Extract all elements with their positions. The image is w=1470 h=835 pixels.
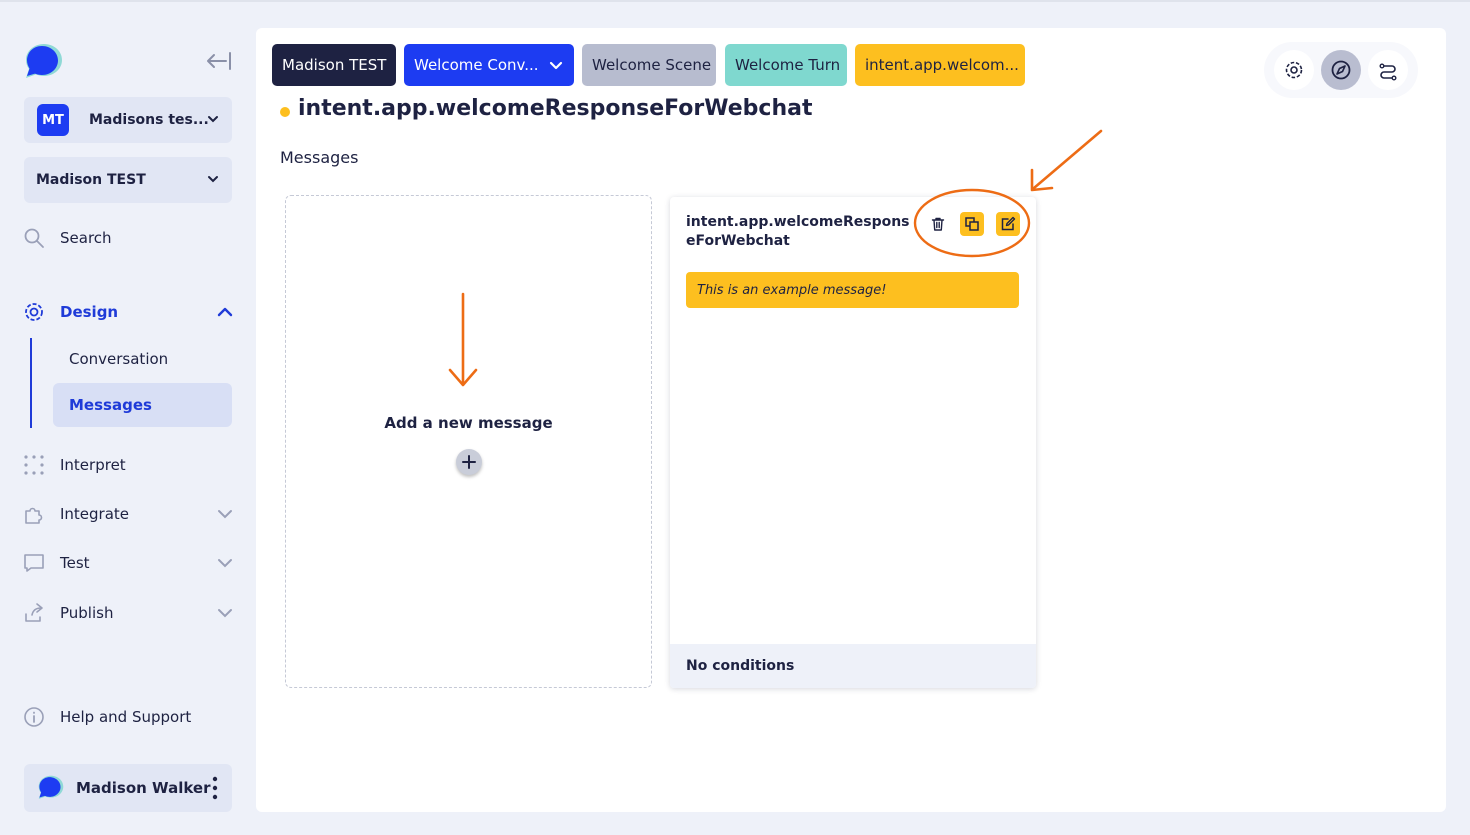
breadcrumb-label: Welcome Conv... — [414, 56, 539, 74]
trash-icon — [931, 217, 945, 231]
sidebar-item-interpret[interactable]: Interpret — [22, 445, 234, 485]
chevron-down-icon — [549, 61, 563, 70]
sidebar-item-test[interactable]: Test — [22, 543, 234, 583]
breadcrumb-scene[interactable]: Welcome Scene — [582, 44, 716, 86]
collapse-arrow-icon — [207, 52, 231, 70]
page-title: intent.app.welcomeResponseForWebchat — [298, 96, 813, 121]
sidebar-item-label: Integrate — [60, 505, 130, 523]
puzzle-icon — [22, 502, 46, 526]
breadcrumb-label: intent.app.welcom... — [865, 56, 1019, 74]
message-bubble: This is an example message! — [686, 272, 1019, 308]
flow-button[interactable] — [1368, 50, 1409, 90]
design-gear-icon — [22, 300, 46, 324]
settings-icon — [1285, 61, 1302, 79]
app-select-value: Madison TEST — [36, 172, 146, 188]
compass-icon — [1331, 60, 1351, 80]
sidebar-item-search[interactable]: Search — [22, 218, 234, 258]
share-icon — [22, 601, 46, 625]
sidebar-subitem-label: Messages — [69, 396, 152, 414]
add-message-label: Add a new message — [384, 414, 553, 432]
sidebar-item-label: Design — [60, 303, 119, 321]
workspace-badge: MT — [37, 104, 69, 136]
interpret-dots-icon — [22, 453, 46, 477]
chevron-down-icon — [208, 176, 218, 183]
explore-button[interactable] — [1320, 50, 1361, 90]
user-menu[interactable]: Madison Walker — [24, 764, 232, 812]
chat-icon — [22, 551, 46, 575]
message-card-title: intent.app.welcomeResponseForWebchat — [686, 214, 910, 249]
breadcrumb-label: Madison TEST — [282, 56, 387, 74]
sidebar-item-design[interactable]: Design — [22, 292, 234, 332]
copy-icon — [965, 217, 979, 231]
chevron-down-icon — [218, 559, 232, 568]
message-card[interactable]: intent.app.welcomeResponseForWebchat Thi… — [670, 197, 1036, 688]
sidebar: MT Madisons tes... Madison TEST Search D… — [0, 2, 256, 835]
chevron-up-icon — [217, 307, 233, 317]
avatar — [38, 775, 64, 799]
sidebar-item-label: Publish — [60, 604, 114, 622]
logo-icon — [26, 44, 62, 78]
breadcrumb-turn[interactable]: Welcome Turn — [725, 44, 847, 86]
user-name: Madison Walker — [76, 779, 211, 797]
info-icon — [22, 705, 46, 729]
breadcrumb-conversation[interactable]: Welcome Conv... — [404, 44, 574, 86]
add-message-button[interactable] — [456, 449, 482, 475]
edit-message-button[interactable] — [996, 212, 1020, 236]
search-icon — [22, 226, 46, 250]
duplicate-message-button[interactable] — [960, 212, 984, 236]
breadcrumb-label: Welcome Turn — [735, 56, 841, 74]
sidebar-item-integrate[interactable]: Integrate — [22, 494, 234, 534]
section-heading: Messages — [280, 148, 359, 167]
design-submenu-line — [30, 338, 32, 428]
sidebar-subitem-messages[interactable]: Messages — [53, 383, 232, 427]
sidebar-item-help[interactable]: Help and Support — [22, 697, 234, 737]
workspace-select[interactable]: MT Madisons tes... — [24, 97, 232, 143]
flow-icon — [1379, 63, 1397, 81]
sidebar-subitem-label: Conversation — [69, 350, 169, 368]
collapse-sidebar-button[interactable] — [204, 48, 234, 74]
settings-button[interactable] — [1273, 50, 1314, 90]
sidebar-item-label: Interpret — [60, 456, 126, 474]
sidebar-item-label: Help and Support — [60, 708, 192, 726]
breadcrumb-intent[interactable]: intent.app.welcom... — [855, 44, 1025, 86]
status-dot — [280, 107, 290, 117]
delete-message-button[interactable] — [926, 212, 950, 236]
breadcrumb-app[interactable]: Madison TEST — [272, 44, 396, 86]
add-message-card[interactable]: Add a new message — [285, 195, 652, 688]
chevron-down-icon — [208, 116, 218, 123]
breadcrumb-label: Welcome Scene — [592, 56, 712, 74]
edit-icon — [1001, 216, 1016, 231]
message-conditions: No conditions — [670, 644, 1036, 688]
app-select[interactable]: Madison TEST — [24, 157, 232, 203]
sidebar-item-publish[interactable]: Publish — [22, 593, 234, 633]
more-vertical-icon[interactable] — [212, 776, 218, 800]
plus-icon — [462, 455, 476, 469]
chevron-down-icon — [218, 609, 232, 618]
chevron-down-icon — [218, 510, 232, 519]
top-action-group — [1264, 42, 1418, 98]
main-panel: Madison TEST Welcome Conv... Welcome Sce… — [256, 28, 1446, 812]
workspace-name: Madisons tes... — [89, 112, 209, 128]
sidebar-subitem-conversation[interactable]: Conversation — [53, 337, 232, 381]
app-logo[interactable] — [22, 40, 66, 84]
sidebar-item-label: Test — [60, 554, 90, 572]
sidebar-item-label: Search — [60, 229, 112, 247]
